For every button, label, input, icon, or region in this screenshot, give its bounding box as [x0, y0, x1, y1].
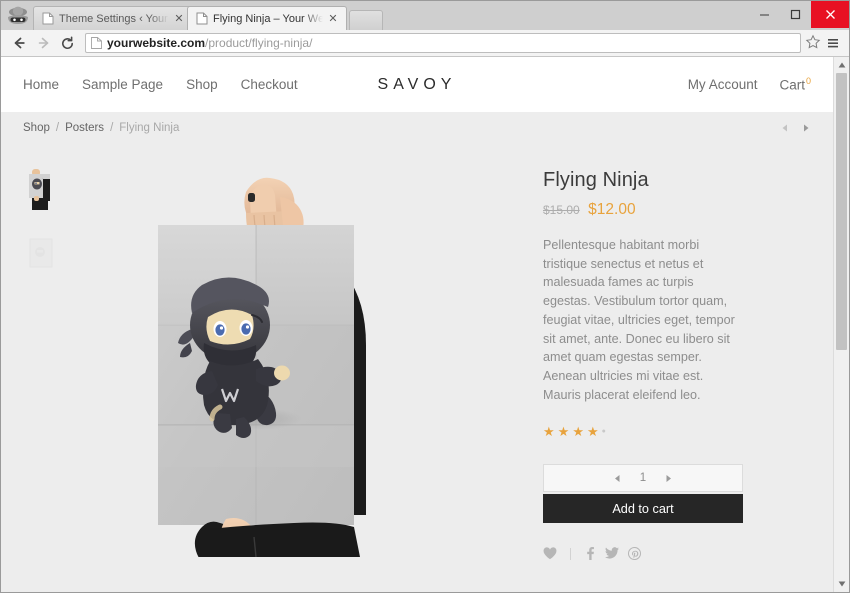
browser-window: Theme Settings ‹ Your We ✕ Flying Ninja …	[0, 0, 850, 593]
scrollbar-thumb[interactable]	[836, 73, 847, 350]
my-account-link[interactable]: My Account	[688, 77, 758, 92]
star-filled-2: ★	[557, 423, 570, 439]
prev-arrow-icon[interactable]	[780, 123, 790, 133]
breadcrumb-item-posters[interactable]: Posters	[65, 122, 104, 134]
url-domain: yourwebsite.com	[107, 36, 206, 50]
reload-icon[interactable]	[55, 32, 79, 54]
nav-item-sample-page[interactable]: Sample Page	[82, 77, 163, 92]
gallery-thumbnails	[23, 157, 67, 592]
product-info: Flying Ninja $15.00 $12.00 Pellentesque …	[507, 157, 743, 592]
cart-label: Cart	[779, 77, 805, 93]
browser-toolbar: yourwebsite.com/product/flying-ninja/	[1, 30, 849, 57]
tab-close-button[interactable]: ✕	[172, 12, 186, 26]
url-text: yourwebsite.com/product/flying-ninja/	[107, 36, 795, 50]
product-pager	[780, 123, 811, 133]
address-bar[interactable]: yourwebsite.com/product/flying-ninja/	[85, 33, 801, 53]
quantity-increment-button[interactable]	[664, 474, 673, 483]
browser-tab-2[interactable]: Flying Ninja – Your Websi ✕	[187, 6, 347, 30]
browser-logo-icon	[3, 3, 33, 29]
scrollbar-track[interactable]	[834, 73, 849, 576]
browser-tab-1[interactable]: Theme Settings ‹ Your We ✕	[33, 6, 193, 30]
scroll-down-button[interactable]	[834, 576, 849, 592]
wishlist-heart-icon[interactable]	[543, 547, 557, 560]
product-title: Flying Ninja	[543, 169, 649, 191]
close-window-button[interactable]	[811, 1, 849, 28]
rating-stars[interactable]: ★ ★ ★ ★ ●	[543, 424, 737, 438]
tab-close-button[interactable]: ✕	[326, 12, 340, 26]
page-scrollbar[interactable]	[833, 57, 849, 592]
next-arrow-icon[interactable]	[801, 123, 811, 133]
nav-item-shop[interactable]: Shop	[186, 77, 218, 92]
back-arrow-icon[interactable]	[7, 32, 31, 54]
breadcrumb-item-shop[interactable]: Shop	[23, 122, 50, 134]
sale-price: $12.00	[588, 201, 636, 218]
star-filled-1: ★	[543, 423, 555, 439]
new-tab-button[interactable]	[349, 10, 383, 30]
minimize-button[interactable]	[749, 1, 780, 28]
star-filled-3: ★	[572, 423, 584, 439]
breadcrumb: Shop / Posters / Flying Ninja	[1, 112, 833, 143]
tab-strip: Theme Settings ‹ Your We ✕ Flying Ninja …	[1, 1, 849, 30]
maximize-button[interactable]	[780, 1, 811, 28]
page-icon	[42, 12, 54, 25]
quantity-value: 1	[639, 472, 647, 485]
social-divider	[570, 547, 571, 560]
product-price: $15.00 $12.00	[543, 201, 737, 219]
breadcrumb-separator: /	[110, 121, 114, 134]
facebook-icon[interactable]	[584, 547, 596, 561]
main-navigation: Home Sample Page Shop Checkout	[23, 77, 298, 92]
add-to-cart-button[interactable]: Add to cart	[543, 494, 743, 524]
forward-arrow-icon[interactable]	[31, 32, 55, 54]
cart-count-badge: 0	[805, 76, 811, 87]
url-path: /product/flying-ninja/	[205, 36, 313, 50]
cart-link[interactable]: Cart0	[779, 76, 811, 93]
breadcrumb-item-current: Flying Ninja	[119, 121, 180, 134]
thumbnail-2[interactable]	[23, 227, 61, 279]
star-icon[interactable]	[805, 34, 823, 52]
thumbnail-1[interactable]	[23, 165, 61, 217]
star-filled-4: ★	[586, 423, 599, 439]
nav-item-checkout[interactable]: Checkout	[241, 77, 298, 92]
product-main-image[interactable]	[149, 157, 415, 557]
web-page: Home Sample Page Shop Checkout SAVOY My …	[1, 57, 833, 592]
nav-item-home[interactable]: Home	[23, 77, 59, 92]
pinterest-icon[interactable]	[628, 547, 641, 561]
window-controls	[749, 1, 849, 28]
twitter-icon[interactable]	[605, 547, 619, 560]
page-icon	[196, 12, 208, 25]
page-icon	[91, 37, 102, 49]
breadcrumb-separator: /	[55, 121, 60, 134]
page-viewport: Home Sample Page Shop Checkout SAVOY My …	[1, 57, 849, 592]
tab-title: Theme Settings ‹ Your We	[59, 12, 169, 25]
scroll-up-button[interactable]	[834, 57, 849, 73]
header-right: My Account Cart0	[688, 76, 811, 93]
quantity-stepper[interactable]: 1	[543, 464, 743, 493]
product-description: Pellentesque habitant morbi tristique se…	[543, 238, 735, 402]
product-section: Flying Ninja $15.00 $12.00 Pellentesque …	[1, 143, 833, 592]
social-share-bar	[543, 547, 737, 561]
old-price: $15.00	[543, 203, 580, 217]
star-empty-5: ●	[601, 427, 606, 435]
product-gallery	[67, 157, 507, 592]
quantity-decrement-button[interactable]	[613, 474, 622, 483]
site-header: Home Sample Page Shop Checkout SAVOY My …	[1, 57, 833, 112]
hamburger-menu-icon[interactable]	[823, 33, 843, 53]
tab-title: Flying Ninja – Your Websi	[213, 12, 323, 25]
